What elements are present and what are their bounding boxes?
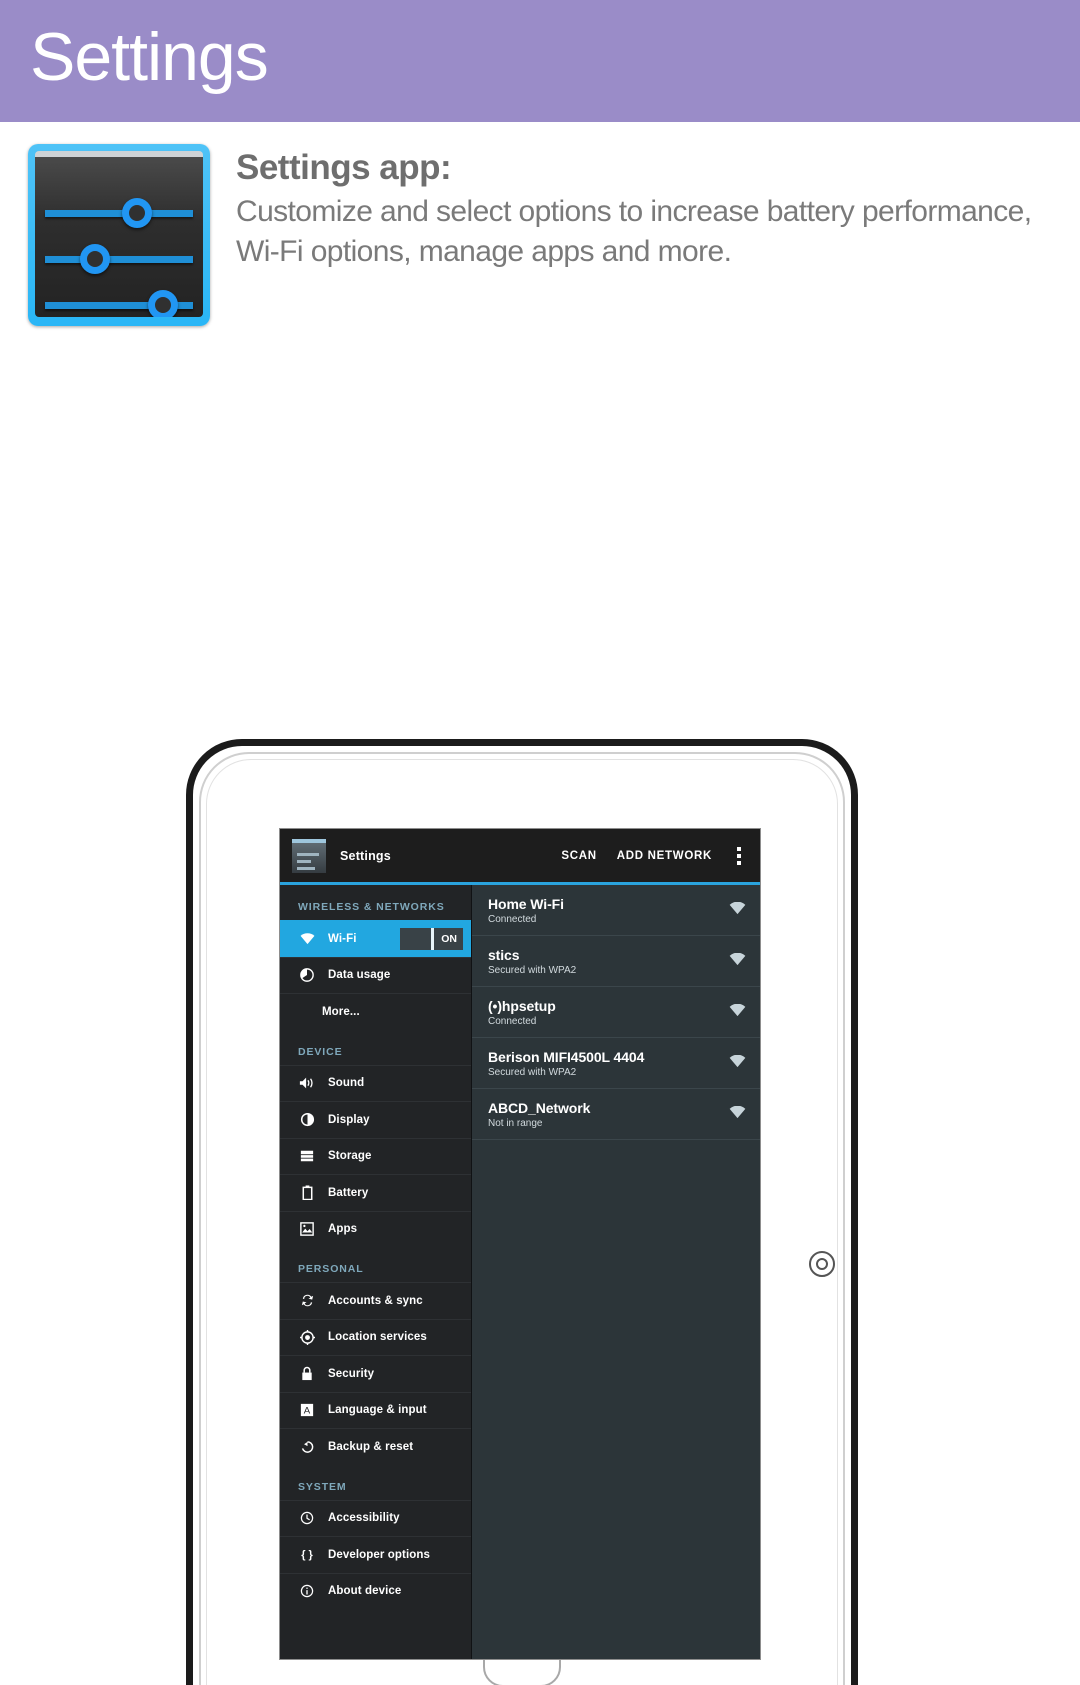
network-status: Connected	[488, 914, 537, 925]
wifi-toggle[interactable]: ON	[400, 927, 463, 950]
data-usage-icon	[296, 968, 318, 983]
wifi-signal-icon	[726, 901, 748, 920]
sidebar-label-storage: Storage	[328, 1150, 372, 1163]
add-network-button[interactable]: ADD NETWORK	[617, 850, 712, 862]
sidebar-label-developer-options: Developer options	[328, 1548, 431, 1561]
wifi-toggle-label: ON	[441, 932, 457, 945]
list-item[interactable]: Berison MIFI4500L 4404 Secured with WPA2	[472, 1038, 760, 1089]
sidebar-item-more[interactable]: More...	[280, 993, 471, 1030]
intro-body: Customize and select options to increase…	[236, 195, 1032, 268]
backup-reset-icon	[296, 1440, 318, 1454]
sidebar-label-display: Display	[328, 1113, 370, 1126]
display-icon	[296, 1112, 318, 1127]
settings-app-icon[interactable]	[292, 838, 326, 873]
sidebar-item-accounts-sync[interactable]: Accounts & sync	[280, 1282, 471, 1319]
sidebar-label-location-services: Location services	[328, 1331, 427, 1344]
sidebar-section-device: DEVICE	[298, 1045, 343, 1058]
sidebar-item-security[interactable]: Security	[280, 1355, 471, 1392]
network-name: Berison MIFI4500L 4404	[488, 1049, 645, 1065]
sidebar-label-apps: Apps	[328, 1223, 358, 1236]
list-item[interactable]: stics Secured with WPA2	[472, 936, 760, 987]
sidebar-item-backup-reset[interactable]: Backup & reset	[280, 1428, 471, 1465]
sidebar-label-more: More...	[322, 1005, 360, 1018]
sidebar-label-backup-reset: Backup & reset	[328, 1440, 414, 1453]
sidebar-item-battery[interactable]: Battery	[280, 1174, 471, 1211]
sound-icon	[296, 1076, 318, 1090]
list-item[interactable]: ABCD_Network Not in range	[472, 1089, 760, 1140]
accessibility-clock-icon	[296, 1511, 318, 1525]
sidebar-item-language-input[interactable]: A Language & input	[280, 1391, 471, 1429]
network-status: Secured with WPA2	[488, 1067, 577, 1078]
svg-text:A: A	[304, 1406, 311, 1417]
wifi-signal-icon	[726, 1003, 748, 1022]
apps-icon	[296, 1222, 318, 1237]
sidebar-label-accounts-sync: Accounts & sync	[328, 1294, 423, 1307]
network-name: (•)hpsetup	[488, 998, 556, 1014]
page-banner: Settings	[0, 0, 1080, 122]
sidebar-label-about-device: About device	[328, 1585, 402, 1598]
overflow-menu-icon[interactable]	[730, 846, 748, 865]
sidebar-label-data-usage: Data usage	[328, 969, 391, 982]
sidebar-item-wifi[interactable]: Wi-Fi ON	[280, 920, 471, 957]
sidebar-item-apps[interactable]: Apps	[280, 1210, 471, 1248]
sidebar-label-accessibility: Accessibility	[328, 1512, 400, 1525]
sidebar-label-language-input: Language & input	[328, 1404, 427, 1417]
lock-icon	[296, 1366, 318, 1381]
action-bar: Settings SCAN ADD NETWORK	[280, 829, 760, 885]
action-bar-title: Settings	[340, 848, 391, 863]
battery-icon	[296, 1185, 318, 1201]
sidebar-label-security: Security	[328, 1367, 375, 1380]
wifi-signal-icon	[726, 1054, 748, 1073]
settings-sliders-icon	[28, 144, 210, 326]
tablet-illustration: Settings SCAN ADD NETWORK WIRELESS & NET…	[0, 326, 1080, 1685]
list-item[interactable]: (•)hpsetup Connected	[472, 987, 760, 1038]
sidebar-label-battery: Battery	[328, 1186, 369, 1199]
intro-heading: Settings app:	[236, 148, 452, 187]
tablet-screen: Settings SCAN ADD NETWORK WIRELESS & NET…	[279, 828, 761, 1660]
wifi-icon	[296, 933, 318, 945]
sidebar-item-data-usage[interactable]: Data usage	[280, 956, 471, 994]
storage-icon	[296, 1149, 318, 1163]
network-name: stics	[488, 947, 520, 963]
language-icon: A	[296, 1403, 318, 1417]
network-name: ABCD_Network	[488, 1100, 591, 1116]
about-device-icon	[296, 1584, 318, 1598]
sidebar-section-personal: PERSONAL	[298, 1263, 364, 1275]
wifi-network-list: Home Wi-Fi Connected stics Secured with …	[472, 885, 760, 1659]
sync-icon	[296, 1293, 318, 1308]
sidebar-item-developer-options[interactable]: { } Developer options	[280, 1536, 471, 1573]
sidebar-section-wireless: WIRELESS & NETWORKS	[298, 901, 445, 913]
sidebar-label-wifi: Wi-Fi	[328, 932, 357, 945]
network-status: Connected	[488, 1016, 537, 1027]
settings-sidebar: WIRELESS & NETWORKS Wi-Fi ON Data usage …	[280, 885, 472, 1659]
scan-button[interactable]: SCAN	[561, 850, 596, 862]
sidebar-item-accessibility[interactable]: Accessibility	[280, 1499, 471, 1537]
sidebar-item-sound[interactable]: Sound	[280, 1064, 471, 1102]
sidebar-section-system: SYSTEM	[298, 1480, 347, 1493]
wifi-signal-icon	[726, 1105, 748, 1124]
location-icon	[296, 1329, 318, 1345]
list-item[interactable]: Home Wi-Fi Connected	[472, 885, 760, 936]
sidebar-item-storage[interactable]: Storage	[280, 1137, 471, 1175]
wifi-signal-icon	[726, 952, 748, 971]
sidebar-item-display[interactable]: Display	[280, 1101, 471, 1138]
network-name: Home Wi-Fi	[488, 896, 564, 912]
sidebar-item-location-services[interactable]: Location services	[280, 1318, 471, 1356]
sidebar-label-sound: Sound	[328, 1077, 365, 1090]
camera-lens	[809, 1251, 835, 1277]
network-status: Secured with WPA2	[488, 965, 577, 976]
developer-options-icon: { }	[301, 1548, 313, 1561]
network-status: Not in range	[488, 1118, 543, 1129]
page-title: Settings	[30, 19, 269, 95]
sidebar-item-about-device[interactable]: About device	[280, 1572, 471, 1610]
intro-block: Settings app: Customize and select optio…	[0, 122, 1080, 326]
